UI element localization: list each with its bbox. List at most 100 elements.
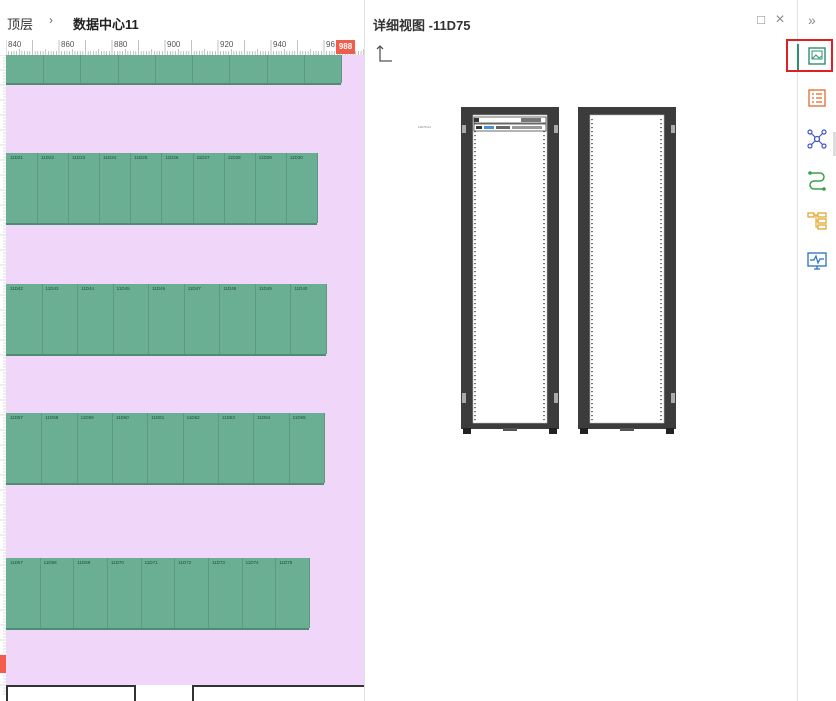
hierarchy-button[interactable] [806,210,828,232]
rack-cell[interactable]: 11D68 [40,558,75,628]
rack-cell[interactable]: 11D28 [224,153,256,223]
rack-cell[interactable]: 11D75 [275,558,310,628]
rack-row[interactable]: 11D67 11D68 11D69 11D70 11D71 11D72 11D73 11D74… [6,558,310,630]
rack-cell[interactable]: 11D49 [255,284,292,354]
go-up-icon[interactable] [376,44,394,64]
rack-label: 11D30 [289,155,303,160]
rack-cell[interactable]: 11D40 [290,284,327,354]
rail-hole [543,375,545,377]
rail-hole [474,367,476,369]
ruler-position-marker: 988 [336,40,355,54]
rail-hole [543,291,545,293]
rack-cell[interactable] [229,55,268,83]
rail-hole [660,411,662,413]
rack-cell[interactable]: 11D63 [218,413,255,483]
rack-cell[interactable]: 11D44 [77,284,114,354]
rail-hole [591,275,593,277]
rail-hole [591,363,593,365]
rail-hole [543,327,545,329]
rack-label: 11D48 [223,286,237,291]
connection-path-button[interactable] [806,169,828,191]
rack-cell[interactable]: 11D22 [37,153,70,223]
rack-cell[interactable]: 11D73 [208,558,243,628]
rack-cell[interactable]: 11D46 [148,284,185,354]
rack-cell[interactable]: 11D30 [286,153,318,223]
rail-hole [474,323,476,325]
rack-cell[interactable] [304,55,342,83]
rack-cell[interactable] [6,55,45,83]
rack-cell[interactable] [43,55,82,83]
close-icon[interactable]: × [773,12,787,28]
rail-hole [660,143,662,145]
properties-button[interactable] [806,87,828,109]
maximize-icon[interactable]: □ [754,13,768,27]
rack-cell[interactable]: 11D70 [107,558,142,628]
rack-cell[interactable]: 11D23 [68,153,101,223]
rack-cell[interactable]: 11D45 [113,284,150,354]
rail-hole [660,187,662,189]
rack-rear-view[interactable] [578,107,676,434]
rack-cell[interactable]: 11D58 [41,413,78,483]
rack-cell[interactable]: 11D43 [42,284,79,354]
rack-cell[interactable] [267,55,305,83]
rack-row[interactable]: 11D21 11D22 11D23 11D24 11D25 11D26 11D27 11D28… [6,153,318,225]
rail-hole [474,279,476,281]
rack-row[interactable]: 11D42 11D43 11D44 11D45 11D46 11D47 11D48 11D49… [6,284,327,356]
rail-hole [543,399,545,401]
topology-button[interactable] [806,128,828,150]
rack-cell[interactable]: 11D47 [184,284,221,354]
rack-cell[interactable] [192,55,231,83]
rack-cell[interactable]: 11D71 [141,558,176,628]
rail-hole [543,363,545,365]
rack-cell[interactable]: 11D24 [99,153,132,223]
breadcrumb-top-level[interactable]: 顶层 [7,14,33,33]
rack-cell[interactable] [80,55,119,83]
rack-row[interactable]: 11D57 11D58 11D59 11D60 11D61 11D62 11D63 11D64… [6,413,325,485]
collapse-panel-icon[interactable]: » [808,12,816,28]
rack-cell[interactable]: 11D27 [193,153,225,223]
rack-cell[interactable]: 11D61 [147,413,184,483]
rack-cell[interactable] [155,55,194,83]
rack-cell[interactable]: 11D65 [289,413,325,483]
rail-hole [660,151,662,153]
rack-cell[interactable]: 11D59 [77,413,113,483]
rack-cell[interactable]: 11D72 [174,558,209,628]
rack-label: 11D61 [151,415,165,420]
rail-hole [660,271,662,273]
rail-hole [543,183,545,185]
rack-cell[interactable]: 11D69 [73,558,108,628]
rack-cell[interactable] [118,55,156,83]
rail-hole [543,143,545,145]
rack-cell[interactable]: 11D67 [6,558,41,628]
rail-hole [660,279,662,281]
rack-cell[interactable]: 11D48 [219,284,256,354]
floor-canvas[interactable]: 11D21 11D22 11D23 11D24 11D25 11D26 11D27 11D28… [6,55,364,685]
rail-hole [660,203,662,205]
rack-row[interactable] [6,55,342,85]
rail-hole [591,295,593,297]
rack-cell[interactable]: 11D26 [162,153,194,223]
rack-front-view[interactable] [461,107,559,434]
rail-hole [543,239,545,241]
rail-hole [543,355,545,357]
rack-cell[interactable]: 11D42 [6,284,43,354]
rack-label: 11D49 [258,286,272,291]
rail-hole [591,203,593,205]
rail-hole [474,343,476,345]
rail-hole [543,339,545,341]
rack-cell[interactable]: 11D74 [242,558,277,628]
rail-hole [660,191,662,193]
rack-cell[interactable]: 11D62 [183,413,219,483]
rail-hole [543,395,545,397]
rail-hole [591,351,593,353]
rack-cell[interactable]: 11D25 [130,153,163,223]
rack-cell[interactable]: 11D64 [253,413,290,483]
monitor-button[interactable] [806,250,828,272]
rail-hole [591,155,593,157]
rack-cell[interactable]: 11D29 [255,153,287,223]
rail-hole [660,127,662,129]
rack-cell[interactable]: 11D57 [6,413,43,483]
rack-cell[interactable]: 11D21 [6,153,39,223]
rack-cell[interactable]: 11D60 [112,413,149,483]
rack-label: 11D47 [187,286,201,291]
